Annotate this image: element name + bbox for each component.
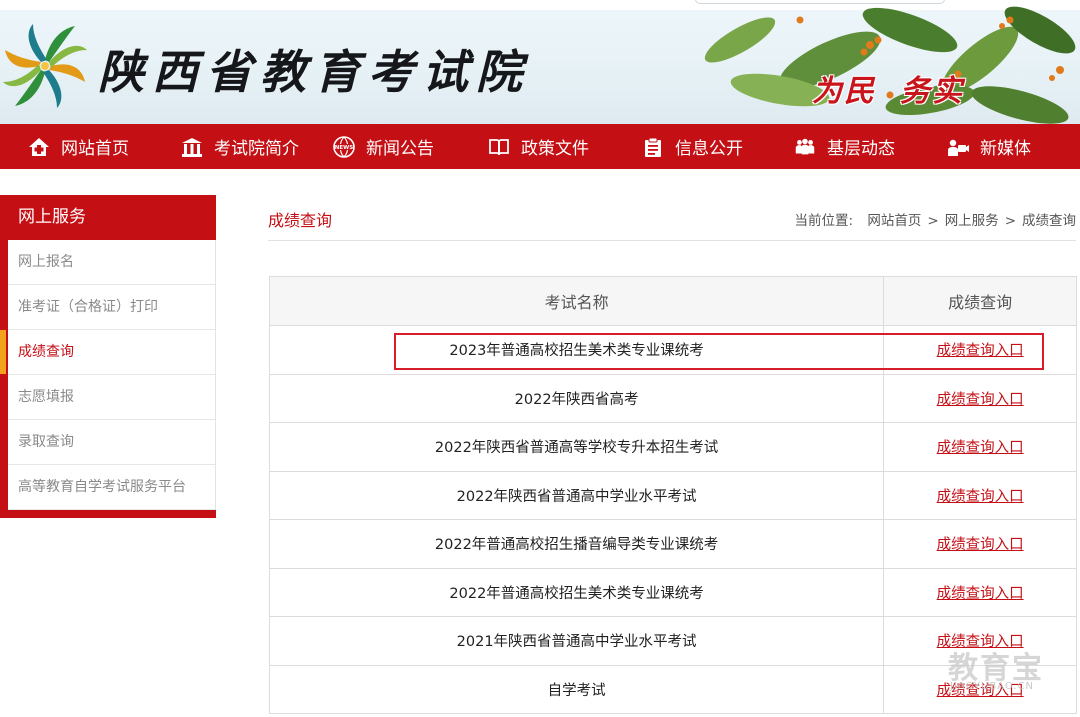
nav-item-disclosure[interactable]: 信息公开	[641, 124, 743, 169]
table-row: 2021年陕西省普通高中学业水平考试 成绩查询入口	[268, 616, 1077, 666]
table-header-row: 考试名称 成绩查询	[268, 276, 1077, 326]
nav-item-label: 政策文件	[521, 139, 589, 159]
table-row: 2022年普通高校招生播音编导类专业课统考 成绩查询入口	[268, 519, 1077, 569]
nav-item-label: 信息公开	[675, 139, 743, 159]
sidebar-item-admission-ticket-print[interactable]: 准考证（合格证）打印	[8, 285, 215, 330]
nav-item-grassroots[interactable]: 基层动态	[793, 124, 895, 169]
sidebar-item-score-query[interactable]: 成绩查询	[0, 330, 215, 375]
score-query-link[interactable]: 成绩查询入口	[937, 440, 1024, 456]
site-title: 陕西省教育考试院	[98, 45, 530, 99]
exam-name-cell: 自学考试	[268, 664, 885, 714]
score-query-link[interactable]: 成绩查询入口	[937, 586, 1024, 602]
breadcrumb-separator: >	[927, 213, 939, 229]
table-row: 自学考试 成绩查询入口	[268, 664, 1077, 714]
sidebar-footer-bar	[0, 510, 216, 518]
score-link-cell: 成绩查询入口	[883, 325, 1077, 375]
nav-item-about[interactable]: 考试院简介	[180, 124, 299, 169]
sidebar: 网上服务 网上报名 准考证（合格证）打印 成绩查询 志愿填报 录取查询 高等教育…	[0, 195, 216, 518]
slogan-right: 务实	[900, 74, 964, 109]
exam-name-cell: 2022年陕西省高考	[268, 373, 885, 423]
nav-item-home[interactable]: 网站首页	[27, 124, 129, 169]
score-query-table: 考试名称 成绩查询 2023年普通高校招生美术类专业课统考 成绩查询入口 202…	[268, 276, 1077, 714]
exam-name-cell: 2022年普通高校招生播音编导类专业课统考	[268, 519, 885, 569]
sidebar-list: 网上报名 准考证（合格证）打印 成绩查询 志愿填报 录取查询 高等教育自学考试服…	[0, 240, 216, 510]
nav-item-policy[interactable]: 政策文件	[487, 124, 589, 169]
score-query-link[interactable]: 成绩查询入口	[937, 489, 1024, 505]
camera-icon	[946, 135, 970, 159]
nav-item-new-media[interactable]: 新媒体	[946, 124, 1031, 169]
score-link-cell: 成绩查询入口	[883, 664, 1077, 714]
table-row: 2022年陕西省普通高等学校专升本招生考试 成绩查询入口	[268, 422, 1077, 472]
score-link-cell: 成绩查询入口	[883, 470, 1077, 520]
table-row: 2023年普通高校招生美术类专业课统考 成绩查询入口	[268, 325, 1077, 375]
score-query-link[interactable]: 成绩查询入口	[937, 537, 1024, 553]
sidebar-item-admission-query[interactable]: 录取查询	[8, 420, 215, 465]
nav-item-news[interactable]: NEWS 新闻公告	[332, 124, 434, 169]
news-globe-icon: NEWS	[332, 135, 356, 159]
column-header-score-query: 成绩查询	[883, 276, 1077, 326]
site-header: 陕西省教育考试院 为民 务实	[0, 0, 1080, 124]
score-link-cell: 成绩查询入口	[883, 519, 1077, 569]
sidebar-item-application-filling[interactable]: 志愿填报	[8, 375, 215, 420]
breadcrumb-separator: >	[1004, 213, 1016, 229]
sidebar-title: 网上服务	[0, 195, 216, 240]
sidebar-item-online-registration[interactable]: 网上报名	[8, 240, 215, 285]
exam-name-cell: 2023年普通高校招生美术类专业课统考	[268, 325, 885, 375]
table-row: 2022年普通高校招生美术类专业课统考 成绩查询入口	[268, 567, 1077, 617]
score-link-cell: 成绩查询入口	[883, 373, 1077, 423]
table-row: 2022年陕西省高考 成绩查询入口	[268, 373, 1077, 423]
score-query-link[interactable]: 成绩查询入口	[937, 683, 1024, 699]
people-icon	[793, 135, 817, 159]
column-header-exam-name: 考试名称	[268, 276, 885, 326]
nav-item-label: 基层动态	[827, 139, 895, 159]
slogan: 为民 务实	[812, 66, 988, 110]
slogan-left: 为民	[812, 74, 876, 109]
main-nav: 网站首页 考试院简介 NEWS 新闻公告 政策文件 信息公开 基层动态 新媒体	[0, 124, 1080, 169]
score-query-link[interactable]: 成绩查询入口	[937, 634, 1024, 650]
breadcrumb-item-online-service[interactable]: 网上服务	[945, 213, 999, 229]
score-query-link[interactable]: 成绩查询入口	[937, 392, 1024, 408]
breadcrumb-item-home[interactable]: 网站首页	[867, 213, 921, 229]
clipboard-icon	[641, 135, 665, 159]
table-row: 2022年陕西省普通高中学业水平考试 成绩查询入口	[268, 470, 1077, 520]
book-icon	[487, 135, 511, 159]
score-link-cell: 成绩查询入口	[883, 422, 1077, 472]
exam-name-cell: 2022年普通高校招生美术类专业课统考	[268, 567, 885, 617]
nav-item-label: 网站首页	[61, 139, 129, 159]
site-logo-icon[interactable]	[2, 20, 88, 110]
exam-name-cell: 2022年陕西省普通高中学业水平考试	[268, 470, 885, 520]
breadcrumb-item-current: 成绩查询	[1022, 213, 1076, 229]
home-icon	[27, 135, 51, 159]
page-title: 成绩查询	[268, 211, 333, 230]
score-link-cell: 成绩查询入口	[883, 567, 1077, 617]
exam-name-cell: 2021年陕西省普通高中学业水平考试	[268, 616, 885, 666]
svg-text:NEWS: NEWS	[335, 145, 353, 151]
nav-item-label: 新媒体	[980, 139, 1031, 159]
title-divider	[268, 240, 1076, 241]
breadcrumb: 当前位置: 网站首页 > 网上服务 > 成绩查询	[795, 209, 1076, 229]
nav-item-label: 新闻公告	[366, 139, 434, 159]
building-icon	[180, 135, 204, 159]
score-link-cell: 成绩查询入口	[883, 616, 1077, 666]
nav-item-label: 考试院简介	[214, 139, 299, 159]
breadcrumb-prefix: 当前位置:	[794, 213, 854, 229]
exam-name-cell: 2022年陕西省普通高等学校专升本招生考试	[268, 422, 885, 472]
sidebar-item-self-study-platform[interactable]: 高等教育自学考试服务平台	[8, 465, 215, 510]
score-query-link[interactable]: 成绩查询入口	[937, 343, 1024, 359]
